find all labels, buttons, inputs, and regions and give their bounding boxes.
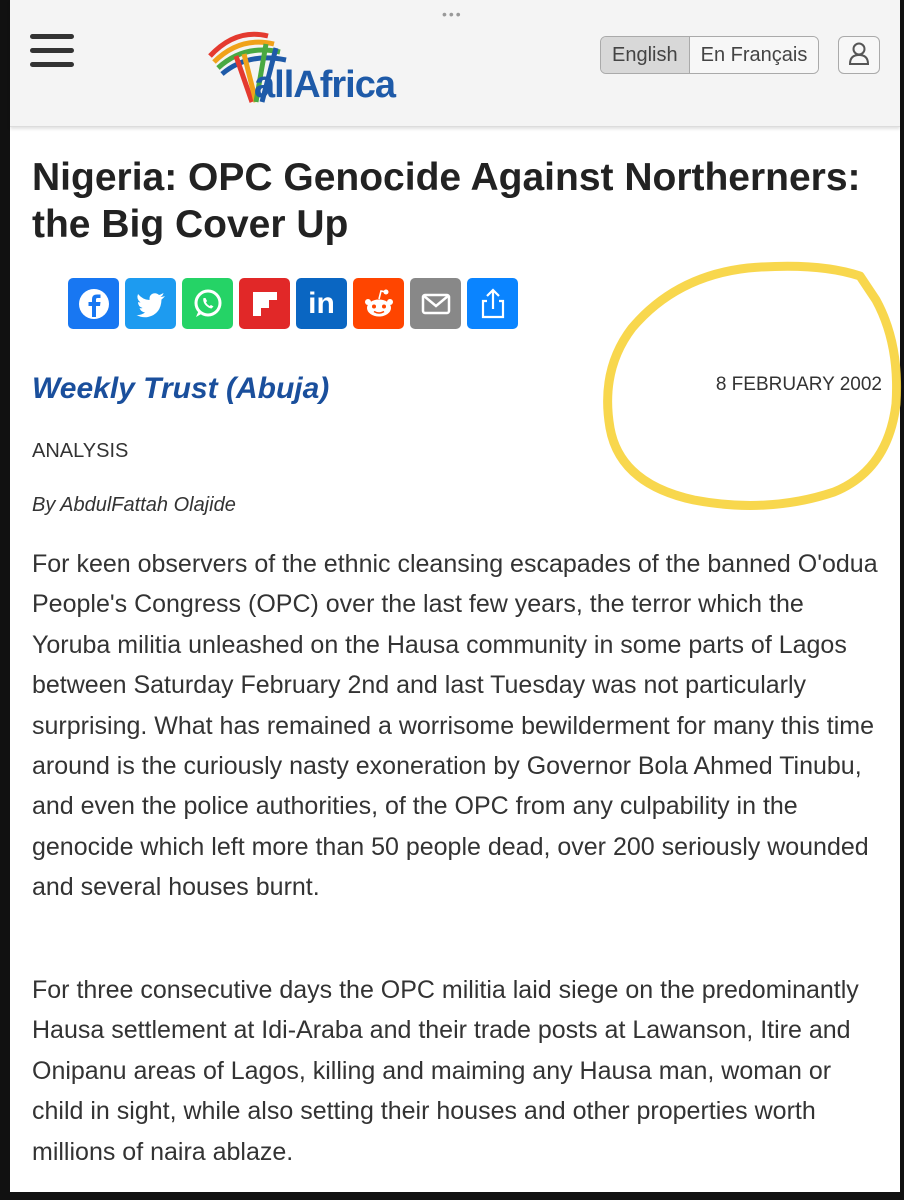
- article-byline: By AbdulFattah Olajide: [32, 494, 236, 516]
- flipboard-icon: [252, 291, 277, 316]
- logo-text: allAfrica: [254, 64, 396, 106]
- window-frame-bottom: [0, 1192, 904, 1200]
- article-paragraph: For keen observers of the ethnic cleansi…: [32, 550, 878, 902]
- whatsapp-icon: [194, 289, 221, 317]
- window-frame-left: [0, 0, 10, 1200]
- hamburger-icon-bar: [30, 48, 74, 53]
- article-paragraph: For three consecutive days the OPC milit…: [32, 976, 859, 1166]
- lang-english-button[interactable]: English: [601, 37, 690, 73]
- linkedin-icon: in: [308, 286, 335, 320]
- reddit-icon: [364, 289, 393, 316]
- flipboard-share-button[interactable]: [239, 278, 290, 329]
- share-icon: [481, 287, 504, 318]
- hand-drawn-highlight-circle: [603, 261, 902, 510]
- article-title: Nigeria: OPC Genocide Against Northerner…: [32, 156, 861, 246]
- linkedin-share-button[interactable]: in: [296, 278, 347, 329]
- article-source-link[interactable]: Weekly Trust (Abuja): [32, 372, 329, 406]
- twitter-bird-icon: [136, 292, 165, 317]
- article-category: ANALYSIS: [32, 440, 129, 462]
- user-icon: [848, 42, 870, 65]
- window-frame-right: [900, 0, 904, 1200]
- reddit-share-button[interactable]: [353, 278, 404, 329]
- hamburger-icon-bar: [30, 62, 74, 67]
- share-bar: in: [68, 278, 518, 329]
- language-switcher: English En Français: [600, 36, 820, 74]
- hamburger-icon: [30, 34, 74, 39]
- twitter-share-button[interactable]: [125, 278, 176, 329]
- menu-button[interactable]: [30, 34, 74, 68]
- allafrica-logo[interactable]: allAfrica: [206, 26, 436, 110]
- generic-share-button[interactable]: [467, 278, 518, 329]
- site-header: ••• allAfrica English En Français: [10, 0, 900, 127]
- user-account-button[interactable]: [838, 36, 880, 74]
- whatsapp-share-button[interactable]: [182, 278, 233, 329]
- facebook-share-button[interactable]: [68, 278, 119, 329]
- drag-handle-icon[interactable]: •••: [442, 6, 463, 22]
- email-share-button[interactable]: [410, 278, 461, 329]
- facebook-icon: [78, 288, 109, 319]
- envelope-icon: [421, 293, 450, 314]
- lang-french-button[interactable]: En Français: [689, 37, 819, 73]
